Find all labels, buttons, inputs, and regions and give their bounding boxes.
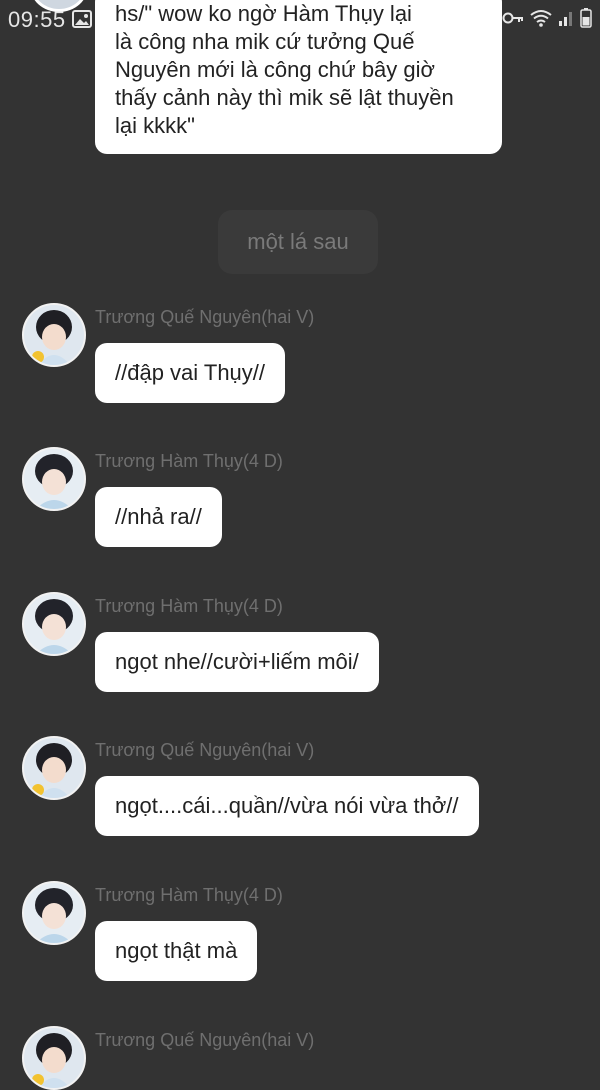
message-bubble: ngọt....cái...quần//vừa nói vừa thở// <box>95 776 479 836</box>
scene-divider: một lá sau <box>218 210 378 274</box>
image-icon <box>72 8 92 34</box>
sender-name: Trương Quế Nguyên(hai V) <box>95 1030 315 1050</box>
message-bubble: ngọt thật mà <box>95 921 258 981</box>
message-bubble: ngọt nhe//cười+liếm môi/ <box>95 632 379 692</box>
status-icons <box>502 8 592 28</box>
avatar-que-nguyen[interactable] <box>22 303 86 367</box>
sender-name: Trương Hàm Thụy(4 D) <box>95 885 283 905</box>
key-icon <box>502 11 524 25</box>
status-bar: 09:55 <box>0 0 600 36</box>
message-bubble: //đập vai Thụy// <box>95 343 286 403</box>
signal-icon <box>558 10 574 26</box>
sender-name: Trương Hàm Thụy(4 D) <box>95 451 283 471</box>
sender-name: Trương Hàm Thụy(4 D) <box>95 596 283 616</box>
avatar-que-nguyen[interactable] <box>22 736 86 800</box>
wifi-icon <box>530 9 552 27</box>
sender-name: Trương Quế Nguyên(hai V) <box>95 740 315 760</box>
avatar-ham-thuy[interactable] <box>22 447 86 511</box>
battery-icon <box>580 8 592 28</box>
avatar-que-nguyen[interactable] <box>22 1026 86 1090</box>
avatar-ham-thuy[interactable] <box>22 881 86 945</box>
avatar-ham-thuy[interactable] <box>22 592 86 656</box>
message-bubble: //nhả ra// <box>95 487 222 547</box>
sender-name: Trương Quế Nguyên(hai V) <box>95 307 315 327</box>
status-time: 09:55 <box>8 7 66 32</box>
